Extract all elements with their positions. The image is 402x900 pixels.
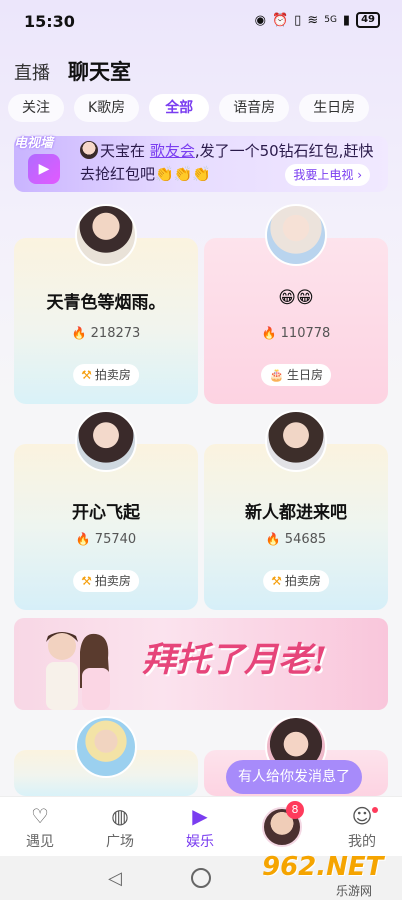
nav-meet-label: 遇见 <box>26 834 54 850</box>
planet-icon: ◍ <box>111 804 129 828</box>
tv-user: 天宝 <box>100 142 131 160</box>
room-hot-count: 🔥 54685 <box>204 532 388 547</box>
battery-icon: 49 <box>356 12 380 28</box>
vibrate-icon: ▯ <box>294 12 302 28</box>
tab-live[interactable]: 直播 <box>14 59 50 85</box>
avatar <box>80 141 98 159</box>
nav-square[interactable]: ◍ 广场 <box>90 803 150 851</box>
tv-icon: ▶ <box>28 154 60 184</box>
avatar <box>75 410 137 472</box>
avatar <box>75 716 137 778</box>
promo-banner[interactable]: 拜托了月老! <box>14 618 388 710</box>
auction-icon: ⚒ <box>271 574 282 588</box>
tv-room-link[interactable]: 歌友会 <box>150 142 195 160</box>
room-type-badge: ⚒ 拍卖房 <box>73 364 139 386</box>
eye-icon: ◉ <box>254 12 266 28</box>
room-hot-count: 🔥 75740 <box>14 532 198 547</box>
room-card[interactable]: 😁😁 🔥 110778 🎂 生日房 <box>204 204 388 404</box>
tab-chatroom[interactable]: 聊天室 <box>68 56 131 86</box>
tab-follow[interactable]: 关注 <box>8 94 64 122</box>
watermark: 962.NET 乐游网 <box>262 852 402 900</box>
nav-square-label: 广场 <box>106 834 134 850</box>
status-time: 15:30 <box>24 12 75 31</box>
room-title: 开心飞起 <box>72 503 140 523</box>
tv-wall-tag: 电视墙 <box>14 136 54 151</box>
home-icon[interactable] <box>191 868 211 888</box>
room-type-label: 拍卖房 <box>94 368 131 382</box>
tab-voice[interactable]: 语音房 <box>219 94 290 122</box>
status-bar: 15:30 ◉ ⏰ ▯ ≋ 5G ▮ 49 <box>0 0 402 46</box>
nav-profile-label: 我的 <box>348 834 376 850</box>
avatar <box>265 204 327 266</box>
category-tabs: 关注 K歌房 全部 语音房 生日房 <box>8 94 402 122</box>
fire-icon: 🔥 <box>261 326 277 340</box>
network-label: 5G <box>324 15 337 25</box>
hot-count-value: 75740 <box>94 532 137 547</box>
watermark-sub: 乐游网 <box>336 884 373 898</box>
room-type-label: 生日房 <box>286 368 323 382</box>
room-title: 😁😁 <box>278 288 314 308</box>
fire-icon: 🔥 <box>75 532 91 546</box>
hot-count-value: 54685 <box>284 532 327 547</box>
tab-birthday[interactable]: 生日房 <box>299 94 370 122</box>
nav-entertainment[interactable]: ▶ 娱乐 <box>170 803 230 851</box>
play-icon: ▶ <box>192 804 208 828</box>
notification-dot <box>372 807 378 813</box>
heartbeat-icon: ♡ <box>31 804 49 828</box>
room-type-badge: ⚒ 拍卖房 <box>73 570 139 592</box>
promo-text: 拜托了月老! <box>142 640 327 680</box>
fire-icon: 🔥 <box>265 532 281 546</box>
room-type-label: 拍卖房 <box>284 574 321 588</box>
room-title: 新人都进来吧 <box>245 503 347 523</box>
tv-text-prefix: 在 <box>130 142 146 160</box>
bottom-nav: ♡ 遇见 ◍ 广场 ▶ 娱乐 8 ☺ 我的 <box>0 796 402 856</box>
tv-wall-banner[interactable]: 电视墙 ▶ 天宝在 歌友会,发了一个50钻石红包,赶快去抢红包吧👏👏👏 我要上电… <box>14 136 388 192</box>
room-card[interactable]: 新人都进来吧 🔥 54685 ⚒ 拍卖房 <box>204 410 388 610</box>
tab-ktv[interactable]: K歌房 <box>74 94 140 122</box>
hot-count-value: 110778 <box>280 326 331 341</box>
profile-icon: ☺ <box>351 804 373 828</box>
signal-icon: ▮ <box>342 12 351 28</box>
wifi-icon: ≋ <box>307 12 319 28</box>
nav-meet[interactable]: ♡ 遇见 <box>10 803 70 851</box>
room-hot-count: 🔥 110778 <box>204 326 388 341</box>
unread-badge: 8 <box>286 801 304 819</box>
top-nav: 直播 聊天室 <box>14 56 131 86</box>
avatar <box>265 410 327 472</box>
room-card[interactable]: 开心飞起 🔥 75740 ⚒ 拍卖房 <box>14 410 198 610</box>
alarm-icon: ⏰ <box>271 12 289 28</box>
fire-icon: 🔥 <box>71 326 87 340</box>
room-hot-count: 🔥 218273 <box>14 326 198 341</box>
go-on-tv-button[interactable]: 我要上电视 › <box>285 164 370 186</box>
room-type-label: 拍卖房 <box>94 574 131 588</box>
room-card[interactable] <box>14 716 198 796</box>
back-icon[interactable]: ◁ <box>108 868 122 889</box>
auction-icon: ⚒ <box>81 368 92 382</box>
nav-profile[interactable]: ☺ 我的 <box>332 803 392 851</box>
cake-icon: 🎂 <box>269 368 284 382</box>
avatar <box>75 204 137 266</box>
room-title: 天青色等烟雨。 <box>46 293 166 313</box>
message-toast[interactable]: 有人给你发消息了 <box>226 760 362 794</box>
couple-illustration <box>46 632 110 710</box>
auction-icon: ⚒ <box>81 574 92 588</box>
room-type-badge: 🎂 生日房 <box>261 364 331 386</box>
watermark-main: 962.NET <box>262 852 384 882</box>
status-icons: ◉ ⏰ ▯ ≋ 5G ▮ 49 <box>255 12 380 28</box>
hot-count-value: 218273 <box>90 326 141 341</box>
room-type-badge: ⚒ 拍卖房 <box>263 570 329 592</box>
nav-entertainment-label: 娱乐 <box>186 834 214 850</box>
room-card[interactable]: 天青色等烟雨。 🔥 218273 ⚒ 拍卖房 <box>14 204 198 404</box>
tab-all[interactable]: 全部 <box>149 94 210 122</box>
